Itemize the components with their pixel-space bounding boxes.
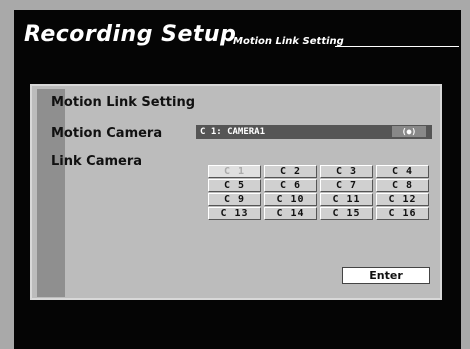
link-camera-toggle[interactable]: C 8 <box>376 179 429 192</box>
link-camera-toggle[interactable]: C 11 <box>320 193 373 206</box>
page-title: Recording Setup <box>24 22 237 47</box>
link-camera-toggle[interactable]: C 5 <box>208 179 261 192</box>
link-camera-toggle[interactable]: C 14 <box>264 207 317 220</box>
link-camera-toggle[interactable]: C 12 <box>376 193 429 206</box>
link-camera-toggle[interactable]: C 1 <box>208 165 261 178</box>
motion-camera-value: C 1: CAMERA1 <box>200 127 266 137</box>
link-camera-toggle[interactable]: C 13 <box>208 207 261 220</box>
panel-side-stripe <box>37 89 65 297</box>
title-underline <box>335 46 459 47</box>
motion-camera-select[interactable]: C 1: CAMERA1 (●) <box>196 125 432 139</box>
motion-camera-label: Motion Camera <box>51 126 163 141</box>
link-camera-label: Link Camera <box>51 154 143 169</box>
enter-button[interactable]: Enter <box>342 267 430 284</box>
link-camera-toggle[interactable]: C 16 <box>376 207 429 220</box>
motion-indicator-button[interactable]: (●) <box>392 126 426 137</box>
link-camera-toggle[interactable]: C 7 <box>320 179 373 192</box>
link-camera-toggle[interactable]: C 2 <box>264 165 317 178</box>
link-camera-toggle[interactable]: C 3 <box>320 165 373 178</box>
link-camera-toggle[interactable]: C 6 <box>264 179 317 192</box>
page-subtitle: Motion Link Setting <box>233 36 344 47</box>
link-camera-toggle[interactable]: C 15 <box>320 207 373 220</box>
link-camera-toggle[interactable]: C 9 <box>208 193 261 206</box>
panel-heading: Motion Link Setting <box>51 95 196 110</box>
link-camera-toggle[interactable]: C 4 <box>376 165 429 178</box>
screen-frame: Recording Setup Motion Link Setting Moti… <box>0 0 470 349</box>
link-camera-toggle[interactable]: C 10 <box>264 193 317 206</box>
